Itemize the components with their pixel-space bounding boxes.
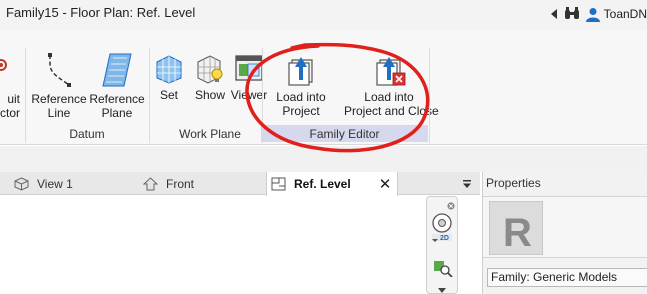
type-selector[interactable]: R — [483, 196, 647, 258]
set-button[interactable]: Set — [153, 54, 185, 102]
type-preview-image: R — [489, 201, 543, 255]
2d-label: 2D — [440, 235, 449, 242]
load-into-project-label-1: Load into — [276, 90, 326, 104]
set-work-plane-icon — [156, 55, 182, 84]
properties-palette: Properties R Family: Generic Models — [482, 172, 647, 294]
window-title: Family15 - Floor Plan: Ref. Level — [6, 5, 196, 20]
title-bar-tools: ToanDN — [544, 4, 647, 24]
panel-separator — [429, 48, 430, 143]
close-icon[interactable]: ✕ — [379, 175, 392, 193]
panel-label-work-plane: Work Plane — [179, 127, 241, 141]
reference-plane-label-1: Reference — [89, 92, 145, 106]
tab-ref-level[interactable]: Ref. Level ✕ — [266, 172, 399, 196]
load-into-project-and-close-label-2: Project and Close — [344, 104, 439, 118]
navigation-bar: 2D — [426, 196, 458, 294]
reference-line-icon — [48, 53, 71, 87]
panel-label-datum: Datum — [69, 127, 105, 141]
tab-front[interactable]: Front — [143, 172, 194, 195]
revit-logo-letter: R — [503, 211, 532, 255]
floor-plan-icon — [271, 177, 286, 191]
panel-label-family-editor: Family Editor — [309, 127, 380, 141]
partial-label-b: ctor — [0, 106, 20, 120]
load-into-project-button[interactable]: Load into Project — [270, 52, 332, 118]
view-tab-bar: View 1 Front Ref. Level ✕ — [0, 172, 480, 196]
viewer-icon — [235, 55, 263, 81]
family-type-field[interactable]: Family: Generic Models — [487, 268, 647, 287]
3d-view-icon — [14, 176, 29, 191]
chevron-down-icon[interactable] — [438, 283, 446, 294]
drawing-canvas[interactable] — [0, 196, 480, 294]
ribbon: uit ctor Reference Line Reference Plane … — [0, 30, 647, 145]
show-button[interactable]: Show — [192, 54, 228, 102]
load-into-project-and-close-button[interactable]: Load into Project and Close — [344, 52, 439, 118]
reference-plane-label-2: Plane — [101, 106, 133, 120]
collapse-arrow-icon[interactable] — [550, 4, 558, 24]
reference-plane-icon — [102, 53, 132, 87]
reference-line-label-1: Reference — [31, 92, 87, 106]
load-into-project-icon — [288, 57, 313, 86]
reference-line-button[interactable]: Reference Line — [30, 52, 88, 120]
user-icon[interactable] — [585, 4, 600, 24]
tab-label: Ref. Level — [294, 177, 351, 191]
tab-menu-dropdown-icon[interactable] — [462, 178, 472, 192]
load-into-project-and-close-icon — [376, 57, 406, 86]
properties-header: Properties — [486, 176, 541, 190]
load-into-project-and-close-label-1: Load into — [364, 90, 414, 104]
tab-view-1[interactable]: View 1 — [14, 172, 73, 195]
binoculars-icon[interactable] — [564, 4, 580, 24]
viewer-button[interactable]: Viewer — [229, 54, 269, 102]
show-label: Show — [194, 88, 226, 102]
set-label: Set — [159, 88, 178, 102]
options-bar — [0, 146, 647, 172]
show-work-plane-icon — [197, 55, 223, 84]
elevation-icon — [143, 176, 158, 191]
reference-line-label-2: Line — [47, 106, 71, 120]
tab-label: View 1 — [37, 176, 73, 191]
tab-label: Front — [166, 176, 195, 191]
viewer-label: Viewer — [230, 88, 268, 102]
reference-plane-button[interactable]: Reference Plane — [88, 52, 146, 120]
user-name[interactable]: ToanDN — [604, 7, 647, 21]
partial-label-a: uit — [7, 92, 20, 106]
steering-wheel-icon[interactable]: 2D — [430, 211, 456, 246]
zoom-region-icon[interactable] — [433, 259, 453, 280]
load-into-project-label-2: Project — [282, 104, 320, 118]
title-bar: Family15 - Floor Plan: Ref. Level ToanDN — [0, 0, 647, 30]
